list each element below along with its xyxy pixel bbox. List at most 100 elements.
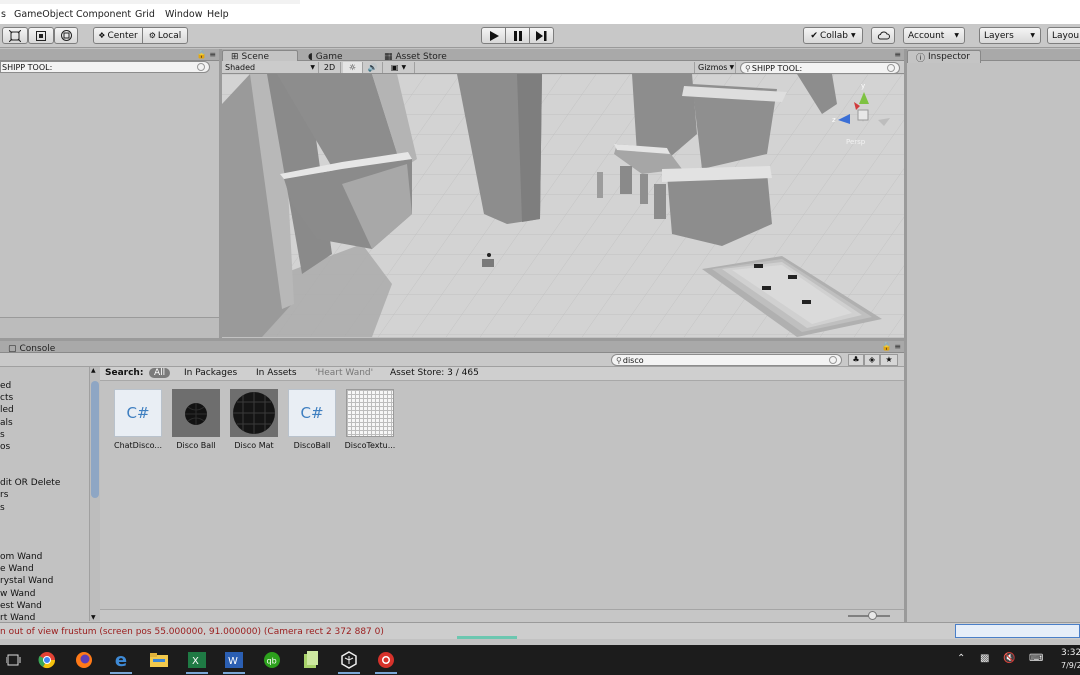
quickbooks-icon[interactable]: qb [258, 649, 286, 671]
scene-render [222, 74, 904, 337]
scene-search-input[interactable]: ⚲ SHIPP TOOL: [740, 62, 900, 74]
network-icon[interactable]: ▩ [980, 653, 989, 664]
gizmos-label: Gizmos [698, 63, 728, 72]
store-icon: ▦ [384, 51, 393, 62]
clear-search-icon[interactable] [887, 64, 895, 72]
tree-item[interactable]: cts [0, 393, 13, 403]
excel-icon[interactable]: X [183, 649, 211, 674]
tree-item[interactable]: rystal Wand [0, 576, 53, 586]
filter-in-packages[interactable]: In Packages [184, 368, 237, 378]
menu-item-component[interactable]: Component [76, 9, 131, 20]
tree-item[interactable]: os [0, 442, 10, 452]
filter-by-label-icon[interactable]: ◈ [864, 354, 880, 366]
scene-search-value: SHIPP TOOL: [751, 63, 803, 73]
pivot-local-button[interactable]: ⚙ Local [142, 27, 188, 44]
task-view-icon[interactable] [0, 649, 28, 671]
tab-game-label: Game [315, 51, 343, 62]
clear-search-icon[interactable] [829, 356, 837, 364]
audio-toggle[interactable]: 🔊 [363, 62, 383, 73]
chrome-alt-icon[interactable] [372, 649, 400, 674]
clock-time[interactable]: 3:32 [1061, 648, 1080, 658]
clear-search-icon[interactable] [197, 63, 205, 71]
tree-item[interactable]: dit OR Delete [0, 478, 60, 488]
notepad-icon[interactable] [297, 649, 325, 671]
shading-mode-dropdown[interactable]: Shaded ▼ [222, 62, 319, 73]
panel-menu-icon[interactable]: ≡ [894, 50, 901, 59]
rect-tool-button[interactable] [28, 27, 54, 44]
tree-item[interactable]: e Wand [0, 564, 34, 574]
menu-item-assets[interactable]: s [1, 9, 6, 20]
step-button[interactable] [529, 27, 554, 44]
asset-grid: C# ChatDisco... Disco Ball Disco Mat C# … [100, 381, 904, 609]
filter-all[interactable]: All [149, 368, 171, 378]
unity-icon[interactable] [335, 649, 363, 674]
csharp-glyph: C# [126, 404, 150, 422]
status-error-message[interactable]: n out of view frustum (screen pos 55.000… [0, 627, 384, 637]
transform-tool-button[interactable] [54, 27, 78, 44]
project-search-input[interactable]: ⚲ disco [611, 354, 842, 366]
hierarchy-search-input[interactable]: SHIPP TOOL: [0, 61, 210, 73]
collab-dropdown[interactable]: ✔ Collab ▼ [803, 27, 863, 44]
effects-dropdown[interactable]: ▣ ▼ [383, 62, 415, 73]
disco-material-thumb [230, 389, 278, 437]
cloud-button[interactable] [871, 27, 895, 44]
chevron-down-icon: ▼ [850, 32, 856, 39]
folder-tree-scrollbar[interactable]: ▲ ▼ [89, 367, 100, 621]
file-explorer-icon[interactable] [145, 649, 173, 671]
layout-label: Layou [1052, 30, 1080, 41]
chevron-down-icon: ▼ [310, 64, 315, 71]
filter-by-type-icon[interactable]: ♣ [848, 354, 864, 366]
tree-item[interactable]: als [0, 418, 13, 428]
filter-folder[interactable]: 'Heart Wand' [315, 368, 373, 378]
play-button[interactable] [481, 27, 506, 44]
scale-tool-button[interactable] [2, 27, 28, 44]
gizmos-dropdown[interactable]: Gizmos ▼ [694, 62, 736, 73]
favorite-star-icon[interactable]: ★ [880, 354, 898, 366]
project-toolbar: ⚲ disco ♣ ◈ ★ [0, 353, 904, 367]
pivot-center-button[interactable]: ❖ Center [93, 27, 143, 44]
scene-viewport[interactable]: y z Persp [222, 74, 904, 337]
status-field[interactable] [955, 624, 1080, 638]
filter-in-assets[interactable]: In Assets [256, 368, 297, 378]
filter-asset-store[interactable]: Asset Store: 3 / 465 [390, 368, 479, 378]
scene-orientation-gizmo[interactable]: y z Persp [832, 80, 892, 150]
tree-item[interactable]: s [0, 503, 5, 513]
menu-item-grid[interactable]: Grid [135, 9, 155, 20]
tree-item[interactable]: ed [0, 381, 11, 391]
pause-button[interactable] [505, 27, 530, 44]
panel-menu-icon[interactable]: 🔒 ≡ [882, 342, 901, 351]
tree-item[interactable]: led [0, 405, 14, 415]
tree-item[interactable]: om Wand [0, 552, 42, 562]
menu-item-help[interactable]: Help [207, 9, 229, 20]
menu-item-gameobject[interactable]: GameObject [14, 9, 73, 20]
firefox-icon[interactable] [70, 649, 98, 671]
keyboard-icon[interactable]: ⌨ [1029, 653, 1043, 664]
lighting-toggle[interactable]: ☼ [343, 62, 363, 73]
tree-item[interactable]: rt Wand [0, 613, 35, 621]
edge-icon[interactable]: e [107, 649, 135, 674]
tree-item[interactable]: w Wand [0, 589, 35, 599]
chevron-up-icon[interactable]: ⌃ [957, 653, 965, 664]
tree-item[interactable]: est Wand [0, 601, 42, 611]
scroll-down-icon[interactable]: ▼ [91, 614, 96, 621]
word-icon[interactable]: W [220, 649, 248, 674]
scroll-up-icon[interactable]: ▲ [91, 367, 96, 374]
panel-menu-icon[interactable]: 🔒 ≡ [197, 50, 216, 59]
chrome-icon[interactable] [33, 649, 61, 671]
slider-knob[interactable] [868, 611, 877, 620]
progress-indicator [457, 636, 517, 639]
menu-item-window[interactable]: Window [165, 9, 202, 20]
2d-toggle[interactable]: 2D [319, 62, 341, 73]
tree-item[interactable]: s [0, 430, 5, 440]
scrollbar-thumb[interactable] [91, 381, 99, 498]
account-dropdown[interactable]: Account ▼ [903, 27, 965, 44]
speaker-muted-icon[interactable]: 🔇 [1003, 653, 1015, 664]
inspector-panel: ⓘ Inspector [907, 49, 1080, 622]
tab-inspector[interactable]: ⓘ Inspector [907, 50, 981, 64]
layout-dropdown[interactable]: Layou [1047, 27, 1080, 44]
layers-dropdown[interactable]: Layers ▼ [979, 27, 1041, 44]
tree-item[interactable]: rs [0, 490, 8, 500]
clock-date[interactable]: 7/9/2 [1061, 661, 1080, 670]
scene-tabstrip: ⊞ Scene ◖ Game ▦ Asset Store ≡ [222, 49, 904, 63]
chevron-down-icon: ▼ [729, 64, 735, 71]
